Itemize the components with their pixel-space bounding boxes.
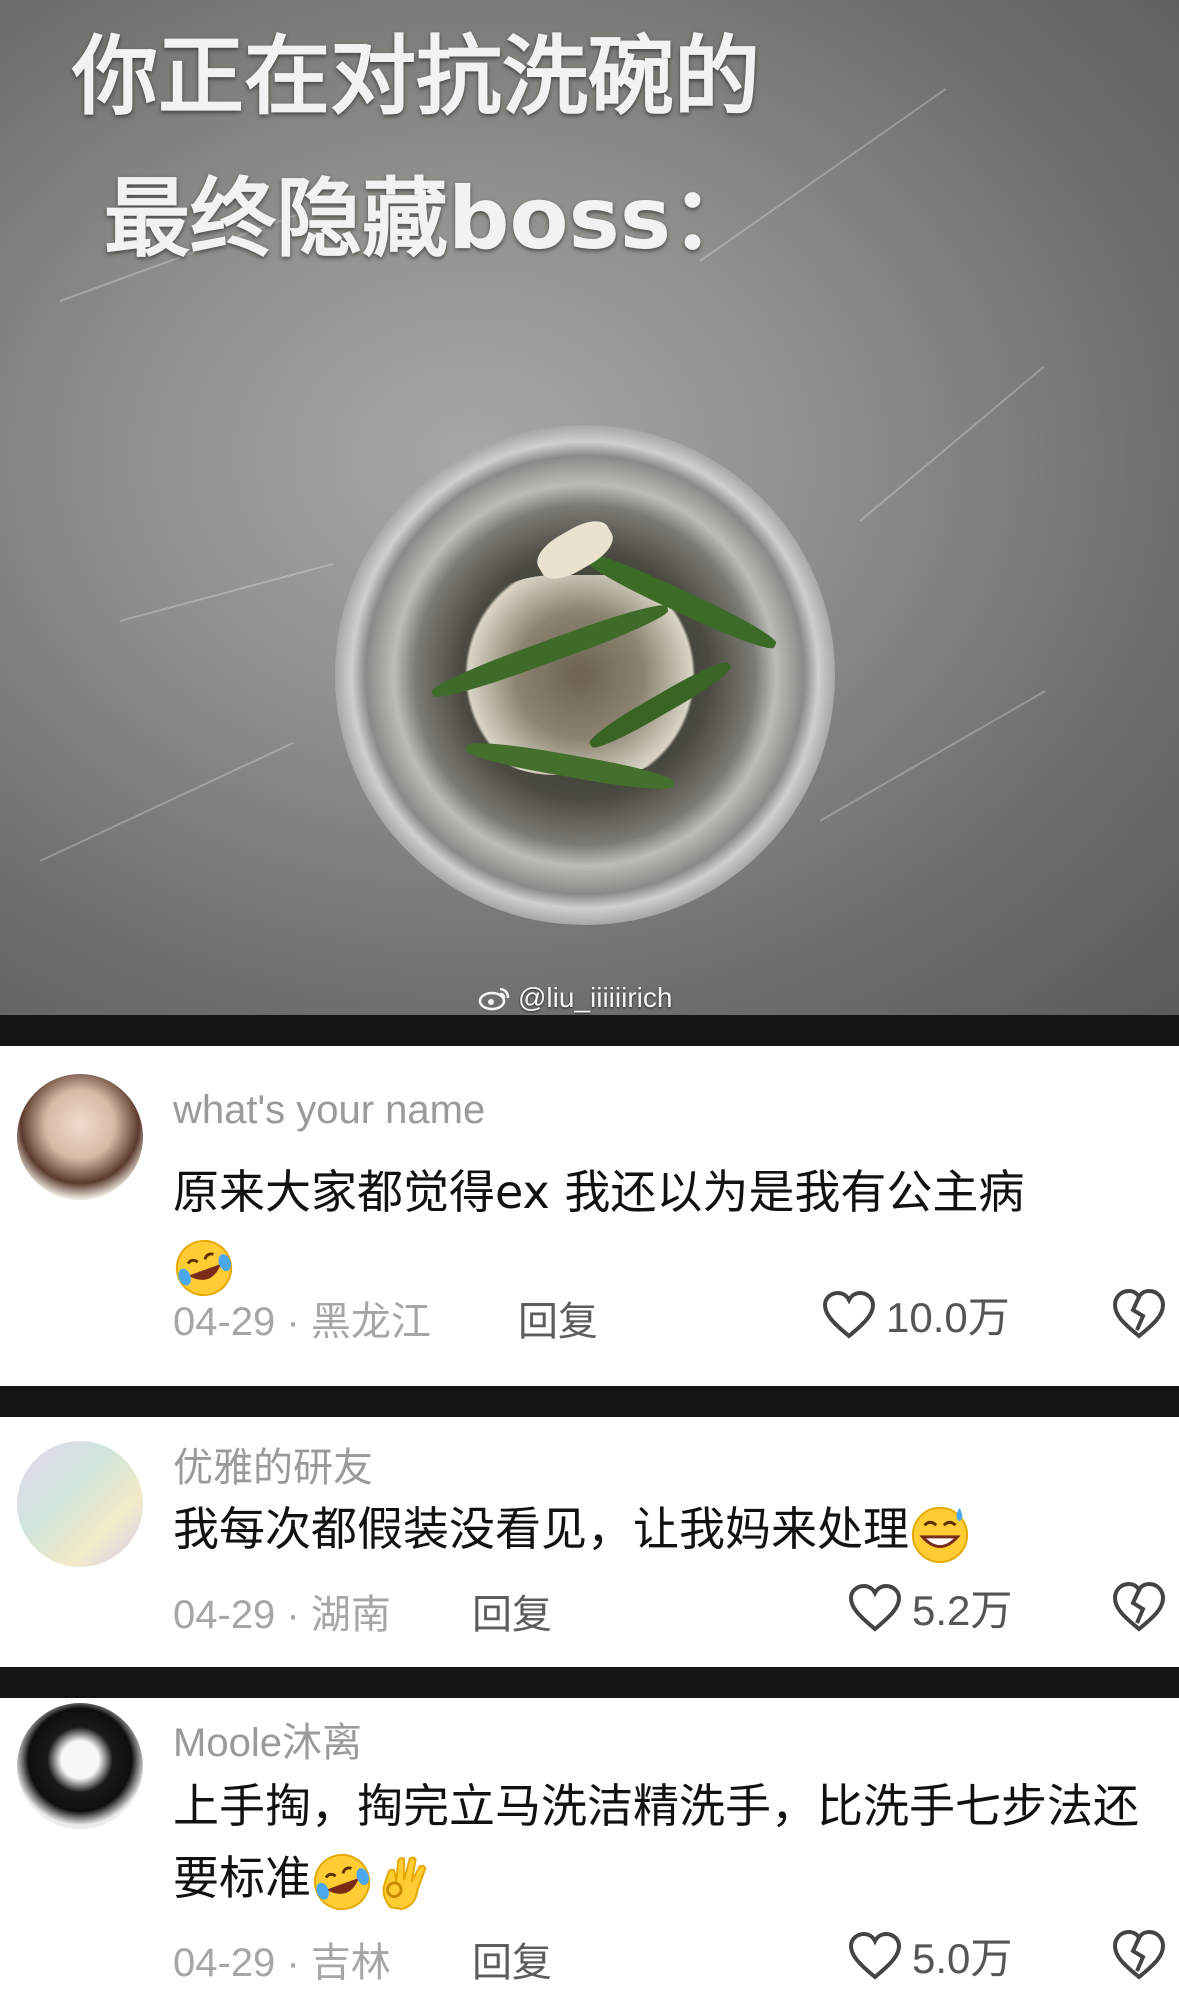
- sink-scratch: [39, 741, 295, 862]
- like-button[interactable]: 5.0万: [848, 1925, 1012, 1986]
- separator-bar: [0, 1667, 1179, 1698]
- avatar[interactable]: [17, 1703, 143, 1829]
- sink-scratch: [859, 365, 1045, 522]
- weibo-icon: [478, 987, 510, 1011]
- comment-text-content: 原来大家都觉得ex 我还以为是我有公主病: [173, 1165, 1025, 1219]
- avatar[interactable]: [17, 1441, 143, 1567]
- comment-text-content: 我每次都假装没看见，让我妈来处理: [173, 1502, 909, 1556]
- sink-drain: [335, 425, 835, 925]
- post-image[interactable]: 你正在对抗洗碗的 最终隐藏boss： @liu_iiiiiirich: [0, 0, 1179, 1015]
- reply-button[interactable]: 回复: [518, 1289, 598, 1347]
- comment-item: Moole沐离 上手掏，掏完立马洗洁精洗手，比洗手七步法还要标准 04-29 ·…: [0, 1698, 1179, 1999]
- comment-date-location: 04-29 · 湖南: [173, 1593, 391, 1637]
- watermark-handle: @liu_iiiiiirich: [518, 982, 673, 1013]
- comment-username[interactable]: Moole沐离: [173, 1710, 362, 1768]
- sink-scratch: [819, 690, 1046, 822]
- comment-text: 我每次都假装没看见，让我妈来处理: [173, 1493, 1149, 1565]
- grin-sweat-emoji: [911, 1506, 969, 1563]
- like-count: 5.0万: [912, 1935, 1013, 1982]
- like-count: 5.2万: [912, 1587, 1013, 1634]
- separator-bar: [0, 1015, 1179, 1046]
- broken-heart-icon[interactable]: [1111, 1286, 1167, 1342]
- heart-icon: [848, 1583, 902, 1632]
- heart-icon: [822, 1290, 876, 1339]
- comment-date-location: 04-29 · 黑龙江: [173, 1300, 431, 1344]
- like-count: 10.0万: [886, 1294, 1010, 1341]
- overlay-title-line2: 最终隐藏boss：: [104, 169, 758, 269]
- like-button[interactable]: 5.2万: [848, 1577, 1012, 1638]
- separator-bar: [0, 1386, 1179, 1417]
- comment-username[interactable]: 优雅的研友: [173, 1435, 373, 1493]
- comment-item: what's your name 原来大家都觉得ex 我还以为是我有公主病 04…: [0, 1046, 1179, 1386]
- avatar[interactable]: [17, 1074, 143, 1200]
- comment-item: 优雅的研友 我每次都假装没看见，让我妈来处理 04-29 · 湖南 回复 5.2…: [0, 1417, 1179, 1667]
- comment-date-location: 04-29 · 吉林: [173, 1941, 391, 1985]
- ok-hand-emoji: [382, 1856, 427, 1910]
- overlay-title-line1: 你正在对抗洗碗的: [72, 27, 760, 127]
- broken-heart-icon[interactable]: [1111, 1579, 1167, 1635]
- watermark: @liu_iiiiiirich: [478, 982, 672, 1014]
- reply-button[interactable]: 回复: [472, 1930, 552, 1988]
- broken-heart-icon[interactable]: [1111, 1927, 1167, 1983]
- like-button[interactable]: 10.0万: [822, 1284, 1010, 1345]
- comment-text: 原来大家都觉得ex 我还以为是我有公主病: [173, 1156, 1149, 1300]
- rofl-emoji: [313, 1853, 371, 1910]
- comment-text: 上手掏，掏完立马洗洁精洗手，比洗手七步法还要标准: [173, 1770, 1149, 1914]
- reply-button[interactable]: 回复: [472, 1582, 552, 1640]
- comment-username[interactable]: what's your name: [173, 1088, 485, 1133]
- sink-scratch: [119, 563, 333, 622]
- heart-icon: [848, 1931, 902, 1980]
